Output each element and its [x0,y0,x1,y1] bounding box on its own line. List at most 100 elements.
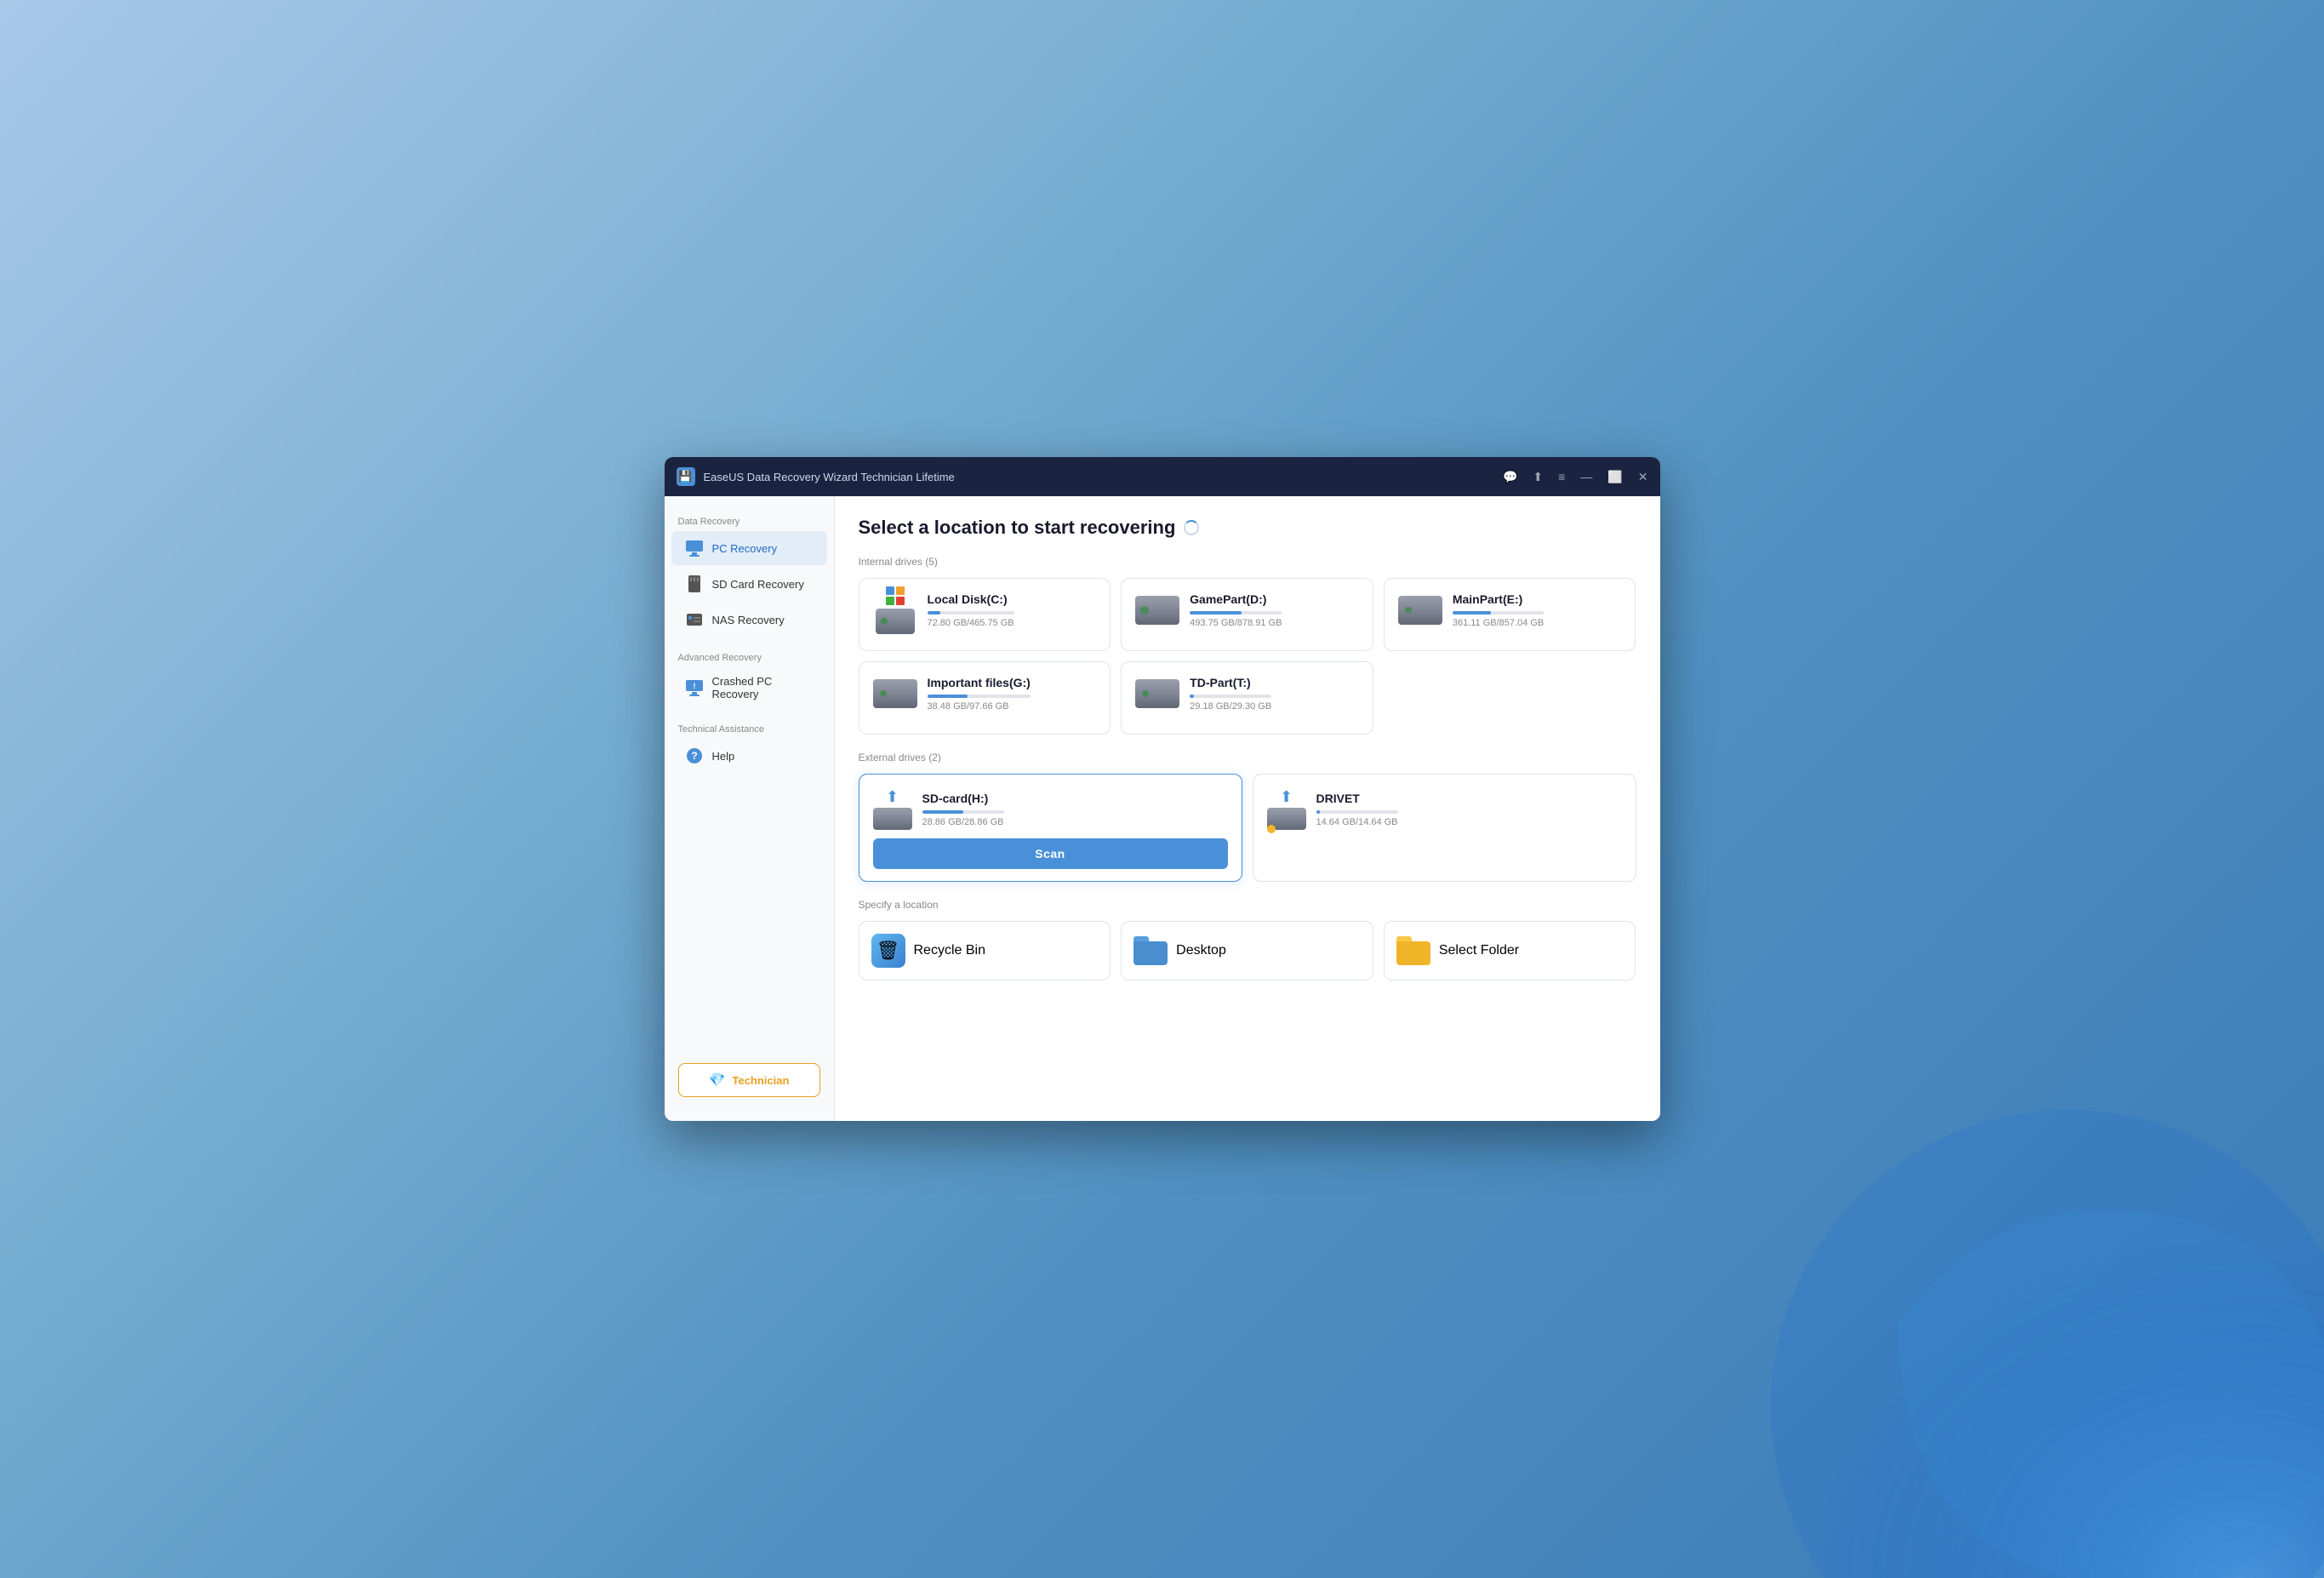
app-window: 💾 EaseUS Data Recovery Wizard Technician… [665,457,1660,1121]
drive-h-progress-fill [922,810,963,814]
drive-d-info: GamePart(D:) 493.75 GB/878.91 GB [1190,592,1282,628]
select-folder-label: Select Folder [1439,943,1519,958]
drive-t-name: TD-Part(T:) [1190,676,1271,689]
drive-card-g[interactable]: Important files(G:) 38.48 GB/97.66 GB [859,661,1111,735]
external-drives-grid: ⬆ SD-card(H:) 28.86 GB/28.86 GB [859,774,1636,882]
drive-c-name: Local Disk(C:) [928,592,1014,606]
chat-icon[interactable]: 💬 [1503,471,1517,483]
drive-e-name: MainPart(E:) [1453,592,1544,606]
drive-card-h[interactable]: ⬆ SD-card(H:) 28.86 GB/28.86 GB [859,774,1242,882]
minimize-button[interactable]: — [1580,471,1592,483]
specify-select-folder[interactable]: Select Folder [1384,921,1636,981]
titlebar: 💾 EaseUS Data Recovery Wizard Technician… [665,457,1660,496]
advanced-recovery-section-label: Advanced Recovery [665,646,834,666]
drive-t-progress-bg [1190,695,1271,698]
drive-g-name: Important files(G:) [928,676,1031,689]
drive-c-top: Local Disk(C:) 72.80 GB/465.75 GB [873,592,1097,628]
page-title: Select a location to start recovering [859,517,1176,539]
crashed-pc-label: Crashed PC Recovery [712,675,814,700]
pc-icon [685,539,704,557]
drive-d-name: GamePart(D:) [1190,592,1282,606]
drive-d-icon-area [1135,596,1179,625]
menu-icon[interactable]: ≡ [1558,471,1565,483]
drive-drivet-progress-fill [1316,810,1321,814]
desktop-folder-icon [1133,936,1168,965]
desktop-label: Desktop [1176,943,1226,958]
drive-g-top: Important files(G:) 38.48 GB/97.66 GB [873,676,1097,712]
drive-e-top: MainPart(E:) 361.11 GB/857.04 GB [1398,592,1622,628]
help-icon: ? [685,746,704,765]
sidebar-item-nas[interactable]: NAS Recovery [671,603,827,637]
drive-h-top: ⬆ SD-card(H:) 28.86 GB/28.86 GB [873,788,1228,830]
recycle-bin-icon: 🗑 [871,934,905,968]
drive-t-progress-fill [1190,695,1194,698]
content-area: Select a location to start recovering In… [835,496,1660,1121]
svg-text:!: ! [693,682,695,690]
drive-h-icon-area: ⬆ [873,788,912,830]
technician-button[interactable]: 💎 Technician [678,1063,820,1097]
main-content: Data Recovery PC Recovery [665,496,1660,1121]
loading-spinner [1184,520,1199,535]
help-label: Help [712,750,735,763]
sidebar-bottom: 💎 Technician [665,1053,834,1107]
crashed-pc-icon: ! [685,678,704,697]
drive-e-info: MainPart(E:) 361.11 GB/857.04 GB [1453,592,1544,628]
drive-h-name: SD-card(H:) [922,792,1004,805]
maximize-button[interactable]: ⬜ [1607,471,1622,483]
pc-recovery-label: PC Recovery [712,542,778,555]
specify-location-label: Specify a location [859,899,1636,911]
drive-d-top: GamePart(D:) 493.75 GB/878.91 GB [1135,592,1359,628]
internal-drives-label: Internal drives (5) [859,556,1636,568]
drive-c-progress-bg [928,611,1014,615]
technical-assistance-label: Technical Assistance [665,718,834,738]
drive-card-drivet[interactable]: ⬆ DRIVET 14.64 GB/14.64 GB [1253,774,1636,882]
specify-grid: 🗑 Recycle Bin Desktop Select Folder [859,921,1636,981]
drive-drivet-progress-bg [1316,810,1398,814]
hdd-h-body [873,808,912,830]
hdd-d-body [1135,596,1179,625]
drive-h-size: 28.86 GB/28.86 GB [922,817,1004,827]
select-folder-icon [1396,936,1430,965]
drive-g-progress-fill [928,695,968,698]
sidebar-item-pc-recovery[interactable]: PC Recovery [671,531,827,565]
hdd-e-body [1398,596,1442,625]
drive-g-info: Important files(G:) 38.48 GB/97.66 GB [928,676,1031,712]
hdd-g-body [873,679,917,708]
titlebar-controls: 💬 ⬆ ≡ — ⬜ ✕ [1503,471,1648,483]
drive-t-icon-area [1135,679,1179,708]
nas-icon [685,610,704,629]
drive-drivet-size: 14.64 GB/14.64 GB [1316,817,1398,827]
drive-g-icon-area [873,679,917,708]
drive-c-info: Local Disk(C:) 72.80 GB/465.75 GB [928,592,1014,628]
drive-d-progress-bg [1190,611,1282,615]
sidebar-item-sd-card[interactable]: SD Card Recovery [671,567,827,601]
drive-h-info: SD-card(H:) 28.86 GB/28.86 GB [922,792,1004,827]
drive-c-icon-area [873,593,917,627]
sidebar-item-crashed-pc[interactable]: ! Crashed PC Recovery [671,667,827,708]
scan-button[interactable]: Scan [873,838,1228,869]
close-button[interactable]: ✕ [1638,471,1648,483]
drive-g-progress-bg [928,695,1031,698]
drive-drivet-top: ⬆ DRIVET 14.64 GB/14.64 GB [1267,788,1622,830]
drive-d-size: 493.75 GB/878.91 GB [1190,618,1282,628]
app-title: EaseUS Data Recovery Wizard Technician L… [704,471,1503,483]
drive-c-image [873,593,917,627]
usb-h-icon: ⬆ [886,788,899,806]
specify-desktop[interactable]: Desktop [1121,921,1373,981]
drive-g-size: 38.48 GB/97.66 GB [928,701,1031,712]
specify-recycle-bin[interactable]: 🗑 Recycle Bin [859,921,1111,981]
drive-e-size: 361.11 GB/857.04 GB [1453,618,1544,628]
data-recovery-section-label: Data Recovery [665,510,834,530]
drive-card-c[interactable]: Local Disk(C:) 72.80 GB/465.75 GB [859,578,1111,651]
technician-diamond-icon: 💎 [709,1072,726,1089]
upload-icon[interactable]: ⬆ [1533,471,1543,483]
drive-card-e[interactable]: MainPart(E:) 361.11 GB/857.04 GB [1384,578,1636,651]
drive-t-top: TD-Part(T:) 29.18 GB/29.30 GB [1135,676,1359,712]
external-drives-label: External drives (2) [859,752,1636,763]
drive-drivet-icon-area: ⬆ [1267,788,1306,830]
drive-card-d[interactable]: GamePart(D:) 493.75 GB/878.91 GB [1121,578,1373,651]
drive-h-image: ⬆ [873,788,912,830]
sidebar-item-help[interactable]: ? Help [671,739,827,773]
drive-card-t[interactable]: TD-Part(T:) 29.18 GB/29.30 GB [1121,661,1373,735]
drive-drivet-image: ⬆ [1267,788,1306,830]
